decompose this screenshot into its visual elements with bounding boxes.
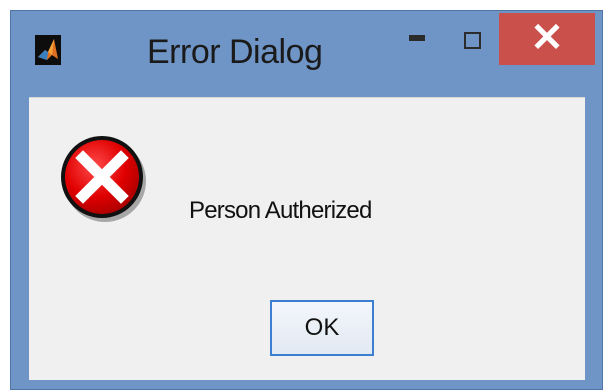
title-bar[interactable]: Error Dialog ✕ — [11, 11, 602, 87]
close-button[interactable]: ✕ — [499, 13, 595, 65]
error-icon — [55, 130, 151, 226]
minimize-button[interactable] — [409, 35, 425, 41]
error-dialog-window: Error Dialog ✕ Person Autherized OK — [10, 10, 603, 390]
close-icon: ✕ — [530, 16, 564, 60]
ok-button[interactable]: OK — [270, 300, 374, 356]
error-message: Person Autherized — [189, 197, 372, 224]
maximize-button[interactable] — [464, 32, 481, 49]
matlab-logo-icon — [35, 35, 61, 65]
ok-button-label: OK — [304, 314, 340, 341]
dialog-content: Person Autherized OK — [29, 97, 585, 380]
window-title: Error Dialog — [147, 33, 323, 71]
